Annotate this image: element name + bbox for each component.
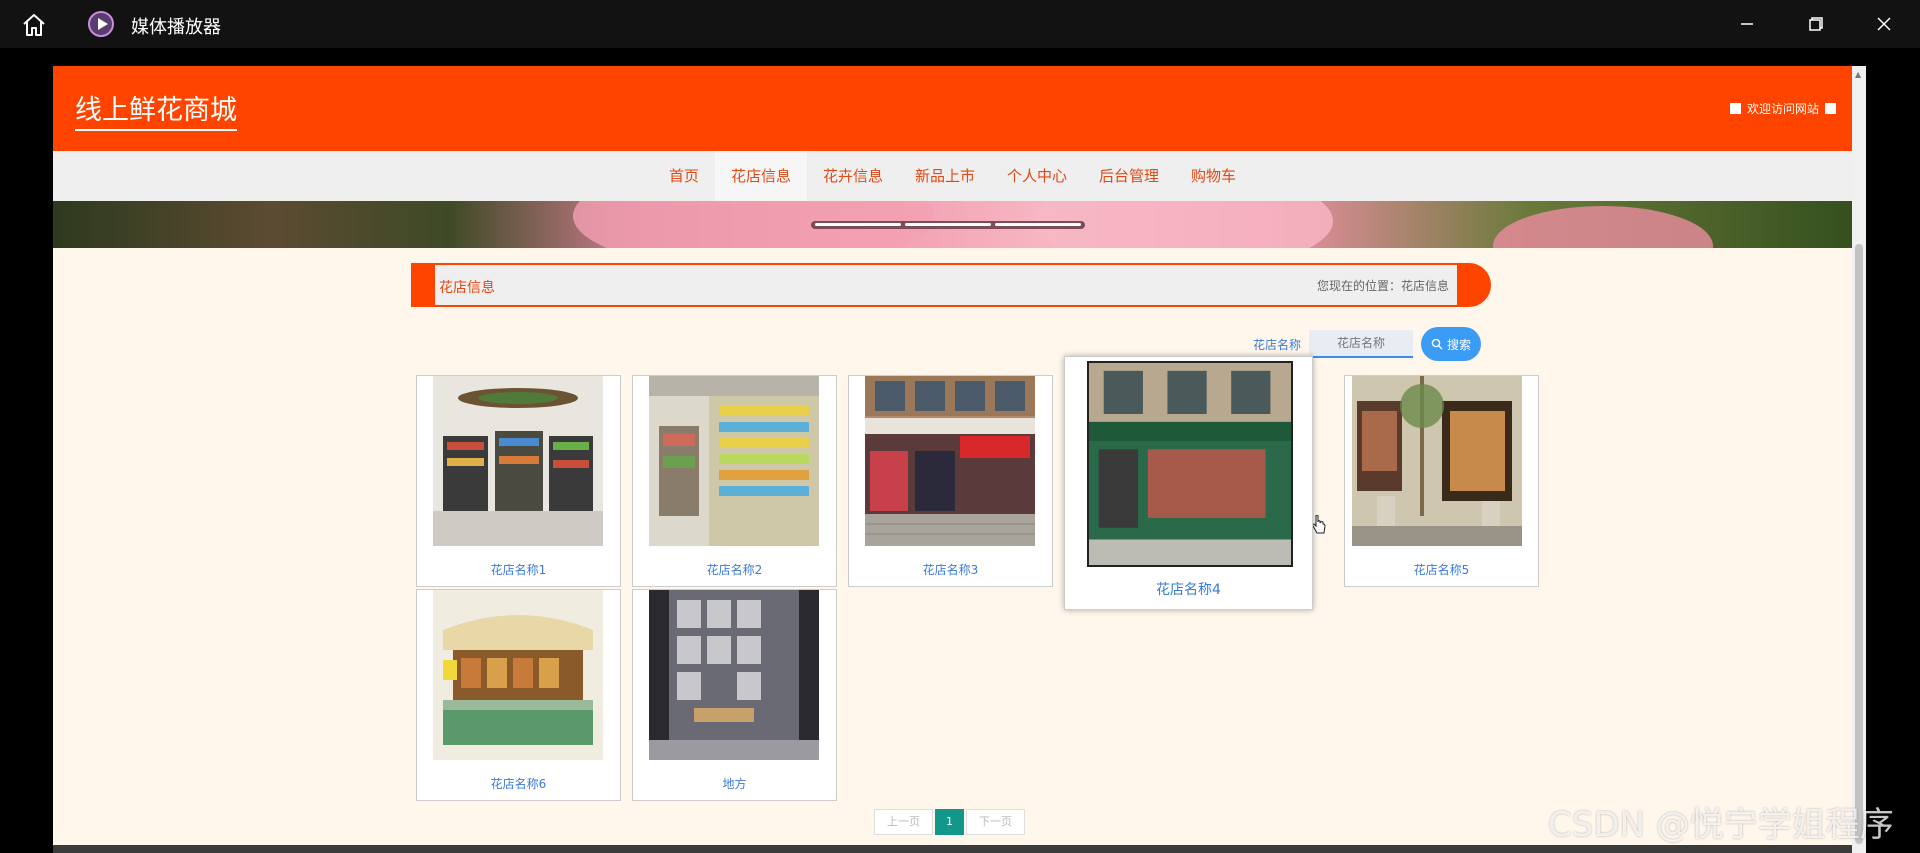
banner-carousel[interactable] xyxy=(53,201,1852,248)
shop-card[interactable]: 花店名称3 xyxy=(848,375,1053,587)
scroll-up-icon[interactable]: ▲ xyxy=(1855,70,1861,79)
pagination: 上一页 1 下一页 xyxy=(874,809,1025,835)
window-title: 媒体播放器 xyxy=(131,17,221,38)
nav-item-home[interactable]: 首页 xyxy=(653,151,715,201)
media-player-icon xyxy=(88,11,114,37)
hand-cursor-icon xyxy=(1312,515,1326,534)
breadcrumb: 您现在的位置：花店信息 xyxy=(1316,279,1449,293)
section-title: 花店信息 xyxy=(439,280,495,296)
welcome-text: 欢迎访问网站 xyxy=(1746,102,1819,116)
search-input[interactable] xyxy=(1309,330,1414,358)
next-page-button[interactable]: 下一页 xyxy=(966,809,1025,835)
maximize-icon[interactable] xyxy=(1802,10,1830,38)
prev-page-button[interactable]: 上一页 xyxy=(874,809,933,835)
shop-card[interactable]: 花店名称6 xyxy=(416,589,621,801)
page-number[interactable]: 1 xyxy=(935,809,964,835)
search-icon xyxy=(1431,338,1443,350)
scroll-thumb[interactable] xyxy=(1855,244,1863,844)
shop-name[interactable]: 花店名称5 xyxy=(1345,561,1538,578)
shop-image xyxy=(1087,361,1293,567)
shop-image xyxy=(433,376,603,546)
page-scrollbar[interactable]: ▲ xyxy=(1852,66,1866,853)
shop-card[interactable]: 花店名称1 xyxy=(416,375,621,587)
carousel-dot[interactable] xyxy=(995,223,1081,226)
welcome-message: 欢迎访问网站 xyxy=(1729,100,1836,117)
web-page: 线上鲜花商城 欢迎访问网站 首页 花店信息 花卉信息 新品上市 个人中心 后台管… xyxy=(53,66,1852,853)
window-titlebar: 媒体播放器 xyxy=(0,0,1920,48)
nav-item-new-arrivals[interactable]: 新品上市 xyxy=(899,151,991,201)
shop-card[interactable]: 花店名称5 xyxy=(1344,375,1539,587)
shop-image xyxy=(865,376,1035,546)
nav-item-flower-info[interactable]: 花卉信息 xyxy=(807,151,899,201)
shop-name[interactable]: 花店名称3 xyxy=(849,561,1052,578)
shop-name[interactable]: 花店名称6 xyxy=(417,775,620,792)
square-icon xyxy=(1729,103,1741,114)
carousel-dot[interactable] xyxy=(905,223,991,226)
shop-image xyxy=(649,376,819,546)
nav-item-cart[interactable]: 购物车 xyxy=(1175,151,1252,201)
bottom-strip xyxy=(53,845,1852,853)
carousel-dot[interactable] xyxy=(815,223,901,226)
section-header: 花店信息 您现在的位置：花店信息 xyxy=(411,263,1491,307)
shop-card-hovered[interactable]: 花店名称4 xyxy=(1064,356,1313,610)
home-icon[interactable] xyxy=(20,11,48,39)
carousel-indicators xyxy=(811,221,1085,229)
shop-image xyxy=(649,590,819,760)
search-button-label: 搜索 xyxy=(1447,337,1472,352)
shop-card[interactable]: 花店名称2 xyxy=(632,375,837,587)
banner-petal xyxy=(1493,206,1713,248)
nav-item-shop-info[interactable]: 花店信息 xyxy=(714,151,807,201)
shop-image xyxy=(1352,376,1522,546)
main-nav: 首页 花店信息 花卉信息 新品上市 个人中心 后台管理 购物车 xyxy=(53,151,1852,201)
shop-image xyxy=(433,590,603,760)
shop-name[interactable]: 地方 xyxy=(633,775,836,792)
shop-name[interactable]: 花店名称4 xyxy=(1065,579,1312,599)
minimize-icon[interactable] xyxy=(1733,10,1761,38)
nav-item-admin[interactable]: 后台管理 xyxy=(1083,151,1175,201)
search-label: 花店名称 xyxy=(1253,337,1302,352)
nav-item-personal-center[interactable]: 个人中心 xyxy=(991,151,1083,201)
search-button[interactable]: 搜索 xyxy=(1421,327,1482,361)
shop-name[interactable]: 花店名称1 xyxy=(417,561,620,578)
watermark: CSDN @悦宁学姐程序 xyxy=(1548,805,1894,845)
site-header: 线上鲜花商城 欢迎访问网站 xyxy=(53,66,1852,151)
shop-name[interactable]: 花店名称2 xyxy=(633,561,836,578)
square-icon xyxy=(1825,103,1836,114)
shop-card[interactable]: 地方 xyxy=(632,589,837,801)
site-title[interactable]: 线上鲜花商城 xyxy=(75,88,237,131)
close-icon[interactable] xyxy=(1870,10,1898,38)
